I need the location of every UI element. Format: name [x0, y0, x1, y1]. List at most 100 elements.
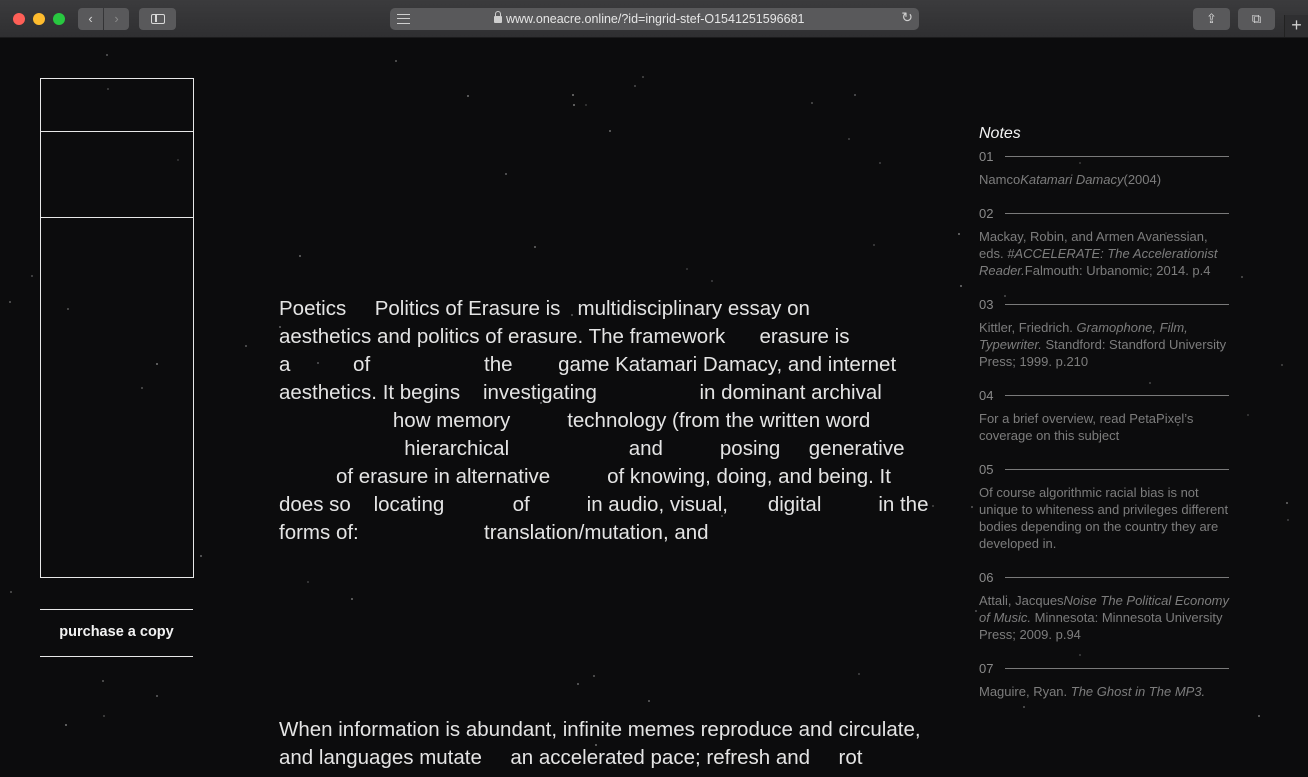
note-header: 01	[979, 147, 1229, 165]
back-icon[interactable]: ‹	[78, 8, 103, 30]
note-citation-text: Attali, Jacques	[979, 593, 1064, 608]
star-dot	[10, 591, 12, 593]
star-dot	[307, 581, 309, 583]
essay-line: aesthetics and politics of erasure. The …	[279, 325, 850, 348]
reload-icon[interactable]: ↻	[901, 9, 913, 26]
note-citation-text: For a brief overview, read PetaPixel’s c…	[979, 411, 1194, 443]
star-dot	[577, 683, 579, 685]
note-item: 06 Attali, JacquesNoise The Political Eco…	[979, 568, 1229, 643]
note-text: Attali, JacquesNoise The Political Econo…	[979, 592, 1229, 643]
star-dot	[873, 244, 875, 246]
star-dot	[573, 104, 575, 106]
star-dot	[648, 700, 650, 702]
forward-icon[interactable]: ›	[104, 8, 129, 30]
share-icon[interactable]: ⇪	[1193, 8, 1230, 30]
star-dot	[156, 695, 158, 697]
essay-line: and languages mutate an accelerated pace…	[279, 746, 863, 769]
note-header: 03	[979, 295, 1229, 313]
star-dot	[299, 255, 301, 257]
essay-line: aesthetics. It begins investigating in d…	[279, 381, 882, 404]
star-dot	[958, 233, 960, 235]
star-dot	[245, 345, 247, 347]
note-text: Of course algorithmic racial bias is not…	[979, 484, 1229, 552]
note-citation-text: (2004)	[1123, 172, 1162, 187]
star-dot	[1247, 414, 1249, 416]
note-item: 02 Mackay, Robin, and Armen Avanessian, e…	[979, 204, 1229, 279]
essay-line: When information is abundant, infinite m…	[279, 718, 921, 741]
note-header: 07	[979, 659, 1229, 677]
note-text: Maguire, Ryan. The Ghost in The MP3.	[979, 683, 1229, 700]
note-item: 05 Of course algorithmic racial bias is n…	[979, 460, 1229, 552]
essay-paragraph: Poetics Politics of Erasure is multidisc…	[279, 295, 959, 547]
show-tabs-icon[interactable]: ⧉	[1238, 8, 1275, 30]
star-dot	[975, 610, 977, 612]
minimize-window-button[interactable]	[33, 13, 45, 25]
note-rule	[1005, 667, 1229, 669]
notes-title: Notes	[979, 125, 1021, 142]
star-dot	[879, 162, 881, 164]
note-rule	[1005, 576, 1229, 578]
note-header: 04	[979, 386, 1229, 404]
star-dot	[971, 506, 973, 508]
star-dot	[351, 598, 353, 600]
note-citation-text: Maguire, Ryan.	[979, 684, 1071, 699]
star-dot	[534, 246, 536, 248]
star-dot	[102, 680, 104, 682]
essay-line: a of the game Katamari Damacy, and inter…	[279, 353, 897, 376]
star-dot	[200, 555, 202, 557]
address-bar[interactable]: www.oneacre.online/?id=ingrid-stef-O1541…	[390, 8, 919, 30]
note-citation-text: Namco	[979, 172, 1021, 187]
book-cover[interactable]	[40, 78, 194, 578]
note-rule	[1005, 468, 1229, 470]
star-dot	[572, 94, 574, 96]
star-dot	[106, 54, 108, 56]
sidebar-toggle-button[interactable]	[139, 8, 176, 30]
note-header: 02	[979, 204, 1229, 222]
zoom-window-button[interactable]	[53, 13, 65, 25]
book-divider	[41, 131, 193, 132]
star-dot	[1023, 706, 1025, 708]
note-number: 01	[979, 148, 994, 164]
close-window-button[interactable]	[13, 13, 25, 25]
star-dot	[1241, 276, 1243, 278]
note-header: 05	[979, 460, 1229, 478]
note-number: 05	[979, 461, 994, 477]
essay-paragraph: When information is abundant, infinite m…	[279, 716, 959, 772]
star-dot	[609, 130, 611, 132]
star-dot	[395, 60, 397, 62]
notes-list: 01 NamcoKatamari Damacy(2004) 02 Mackay, Ro…	[979, 147, 1229, 700]
star-dot	[848, 138, 850, 140]
note-text: Kittler, Friedrich. Gramophone, Film, Ty…	[979, 319, 1229, 370]
note-text: NamcoKatamari Damacy(2004)	[979, 171, 1229, 188]
book-divider	[41, 217, 193, 218]
star-dot	[1281, 364, 1283, 366]
note-rule	[1005, 303, 1229, 305]
sidebar-icon	[151, 14, 165, 24]
note-rule	[1005, 212, 1229, 214]
star-dot	[1287, 519, 1289, 521]
note-citation-title: The Ghost in The MP3.	[1070, 684, 1206, 699]
essay-line: of erasure in alternative of knowing, do…	[279, 465, 891, 488]
star-dot	[642, 76, 644, 78]
star-dot	[858, 673, 860, 675]
essay-line: how memory technology (from the written …	[279, 409, 871, 432]
star-dot	[593, 675, 595, 677]
star-dot	[585, 104, 587, 106]
reader-view-icon[interactable]	[397, 14, 410, 24]
essay-line: Poetics Politics of Erasure is multidisc…	[279, 297, 810, 320]
star-dot	[811, 102, 813, 104]
star-dot	[65, 724, 67, 726]
note-text: For a brief overview, read PetaPixel’s c…	[979, 410, 1229, 444]
url-text: www.oneacre.online/?id=ingrid-stef-O1541…	[506, 12, 805, 26]
note-citation-title: Katamari Damacy	[1020, 172, 1124, 187]
star-dot	[1258, 715, 1260, 717]
star-dot	[9, 301, 11, 303]
note-item: 07 Maguire, Ryan. The Ghost in The MP3.	[979, 659, 1229, 700]
purchase-button[interactable]: purchase a copy	[40, 609, 193, 657]
star-dot	[31, 275, 33, 277]
essay-line: does so locating of in audio, visual, di…	[279, 493, 929, 516]
new-tab-icon[interactable]: +	[1284, 15, 1308, 37]
star-dot	[1286, 502, 1288, 504]
note-item: 03 Kittler, Friedrich. Gramophone, Film, …	[979, 295, 1229, 370]
note-citation-text: Falmouth: Urbanomic; 2014. p.4	[1024, 263, 1211, 278]
